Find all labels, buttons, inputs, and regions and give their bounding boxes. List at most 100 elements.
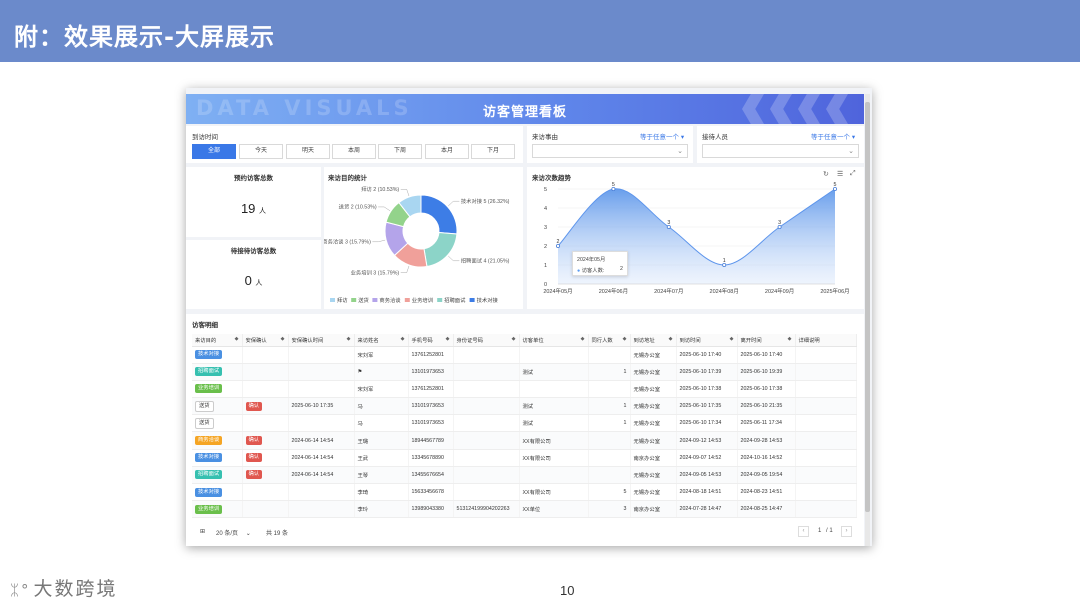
table-cell: 测试 [519,363,589,381]
legend-item[interactable]: 技术对接 [477,296,499,304]
table-cell: 无锡办公室 [630,483,677,502]
host-filter-card: 接待人员 等于任意一个 ▾ ⌄ [697,126,864,163]
reason-select[interactable]: ⌄ [532,144,688,158]
table-cell: 南京办公室 [630,449,677,467]
y-tick-label: 1 [544,263,547,269]
legend-item[interactable]: 拜访 [337,296,348,304]
page-size-icon[interactable]: ⊞ [200,528,205,535]
time-filter-label: 到访时间 [192,134,218,141]
sort-icon[interactable]: ◆ [581,336,585,342]
column-header[interactable]: 安保确认 ◆ [242,334,289,347]
legend-swatch [330,298,335,302]
table-row[interactable]: 技术对接 宋刘军 13761252801 无锡办公室 2025-06-10 17:40 2… [192,346,857,364]
column-header[interactable]: 详细说明 [795,334,857,347]
x-tick-label: 2024年05月 [543,287,572,295]
data-label: 3 [778,220,781,226]
table-row[interactable]: 技术对接 李琦 15633456678 XX有限公司 5 无锡办公室 2024-08-18 … [192,483,857,502]
column-header[interactable]: 来访姓名 ◆ [354,334,409,347]
table-cell: 测试 [519,414,589,433]
sort-icon[interactable]: ◆ [235,336,239,342]
column-header[interactable]: 同行人数 ◆ [588,334,631,347]
reason-filter-card: 来访事由 等于任意一个 ▾ ⌄ [527,126,693,163]
legend-item[interactable]: 业务培训 [412,296,433,304]
security-tag: 确认 [245,470,263,480]
column-header[interactable]: 来访目的 ◆ [192,334,243,347]
legend-item[interactable]: 送货 [358,296,369,304]
time-option-next-month[interactable]: 下月 [471,144,515,159]
legend-item[interactable]: 商务洽谈 [379,296,401,304]
pie-label-line [400,265,410,273]
column-header[interactable]: 手机号码 ◆ [408,334,454,347]
table-row[interactable]: 商务洽谈 确认 2024-06-14 14:54 王璐 18944567789 XX有限公… [192,431,857,450]
x-tick-label: 2024年06月 [599,287,628,295]
security-tag: 确认 [245,436,263,446]
page-size-select[interactable]: 20 条/页 ⌄ [216,528,251,537]
sort-icon[interactable]: ◆ [669,336,673,342]
table-cell: 招聘面试 [192,363,243,381]
sort-icon[interactable]: ◆ [347,336,351,342]
table-row[interactable]: 招聘面试 确认 2024-06-14 14:54 王琴 13455676654 无锡办公室… [192,466,857,485]
prev-page-button[interactable]: ‹ [798,526,809,537]
pie-label: 送货 2 (10.53%) [339,203,377,211]
sort-icon[interactable]: ◆ [788,336,792,342]
table-row[interactable]: 招聘面试 ⚑ 13101973653 测试 1 无锡办公室 2025-06-10 17:39… [192,363,857,381]
table-cell: 业务培训 [192,500,243,519]
sort-icon[interactable]: ◆ [446,336,450,342]
host-select[interactable]: ⌄ [702,144,859,158]
sort-icon[interactable]: ◆ [281,336,285,342]
sort-icon[interactable]: ◆ [512,336,516,342]
time-option-next-week[interactable]: 下周 [378,144,422,159]
y-tick-label: 2 [544,244,547,250]
time-option-tomorrow[interactable]: 明天 [286,144,330,159]
pie-label: 招聘面试 4 (21.05%) [461,257,510,265]
table-cell [453,466,520,485]
legend-item[interactable]: 招聘面试 [444,296,466,304]
table-row[interactable]: 业务培训 宋刘军 13761252801 无锡办公室 2025-06-10 17:38 2… [192,380,857,399]
table-cell [795,380,857,399]
chart-tooltip: 2024年05月 ● 访客人数: 2 [572,251,628,276]
next-page-button[interactable]: › [841,526,852,537]
total-count: 共 19 条 [266,531,289,537]
data-label: 5 [612,182,615,188]
table-cell: 13989043380 [408,500,454,519]
table-row[interactable]: 技术对接 确认 2024-06-14 14:54 王武 13345678890 XX有限公… [192,449,857,467]
table-cell [288,483,355,502]
caret-down-icon: ▾ [851,134,856,141]
time-option-today[interactable]: 今天 [239,144,283,159]
reason-filter-mode[interactable]: 等于任意一个 ▾ [640,131,684,141]
column-header[interactable]: 安保确认时间 ◆ [288,334,355,347]
table-cell [588,380,631,399]
table-row[interactable]: 送货 马 13101973653 测试 1 无锡办公室 2025-06-10 17:34 20… [192,414,857,433]
table-cell [453,397,520,416]
scrollbar-thumb[interactable] [865,102,870,512]
column-header[interactable]: 到访地址 ◆ [630,334,677,347]
table-cell: 1 [588,397,631,416]
sort-icon[interactable]: ◆ [730,336,734,342]
table-cell [242,500,289,519]
vertical-scrollbar[interactable] [865,94,870,546]
sort-icon[interactable]: ◆ [623,336,627,342]
time-option-all[interactable]: 全部 [192,144,236,159]
column-header[interactable]: 访客单位 ◆ [519,334,589,347]
column-header[interactable]: 身份证号码 ◆ [453,334,520,347]
time-option-this-week[interactable]: 本周 [332,144,376,159]
pie-slice[interactable] [420,194,458,235]
table-row[interactable]: 业务培训 李玲 13989043380 513124199904202263 XX单位 3… [192,500,857,519]
pie-slice[interactable] [423,231,458,268]
table-cell [453,363,520,381]
table-cell: 技术对接 [192,483,243,502]
host-filter-mode[interactable]: 等于任意一个 ▾ [811,131,855,141]
table-cell [288,380,355,399]
table-row[interactable]: 送货 确认 2025-06-10 17:35 马 13101973653 测试 1 无锡办公室… [192,397,857,416]
sort-icon[interactable]: ◆ [401,336,405,342]
column-header[interactable]: 到访时间 ◆ [676,334,738,347]
table-cell: 招聘面试 [192,466,243,485]
table-cell: 13101973653 [408,363,454,381]
brand-logo: ᛯ° 大数跨境 [10,574,118,601]
column-header[interactable]: 离开时间 ◆ [737,334,796,347]
time-option-this-month[interactable]: 本月 [425,144,469,159]
table-cell [242,414,289,433]
page-indicator: 1 / 1 [818,528,833,534]
table-cell: 确认 [242,449,289,467]
pie-label-line [448,255,460,262]
